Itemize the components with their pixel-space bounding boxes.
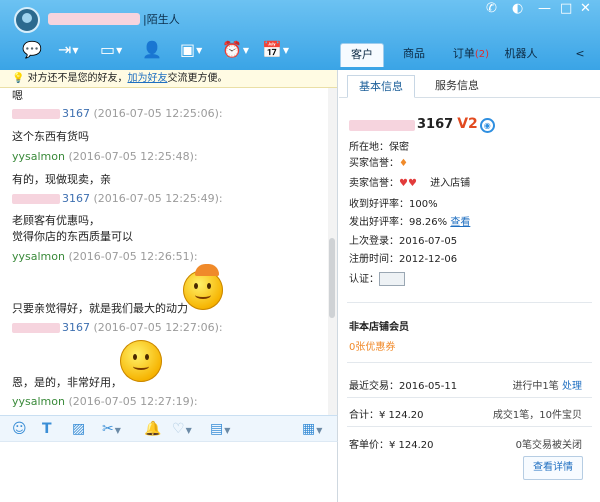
message-text: 老顾客有优惠吗， bbox=[12, 214, 100, 227]
redacted-id bbox=[12, 194, 60, 204]
skin-icon[interactable]: ◐ bbox=[512, 0, 523, 18]
video-icon[interactable]: ▭▼ bbox=[100, 40, 122, 60]
redacted-name bbox=[349, 119, 415, 131]
share-screen-icon[interactable]: ▣▼ bbox=[180, 40, 202, 60]
message-meta: 3167 (2016-07-05 12:25:49): bbox=[12, 192, 223, 205]
eye bbox=[133, 354, 137, 360]
mouth bbox=[132, 362, 150, 370]
total-amount: 合计：¥ 124.20 bbox=[349, 410, 424, 421]
message-meta: 3167 (2016-07-05 12:27:06): bbox=[12, 321, 223, 334]
redacted-id bbox=[12, 109, 60, 119]
calendar-icon[interactable]: 📅▼ bbox=[262, 40, 289, 60]
contact-tag: |陌生人 bbox=[143, 13, 180, 26]
add-contact-icon[interactable]: 👤 bbox=[142, 40, 162, 60]
tab-customer[interactable]: 客户 bbox=[340, 43, 384, 67]
heart-icon[interactable]: ♡▼ bbox=[172, 420, 192, 440]
wangwang-icon[interactable]: ◉ bbox=[479, 117, 495, 133]
tab-product[interactable]: 商品 bbox=[394, 43, 434, 67]
party-hat bbox=[195, 264, 219, 276]
format-toolbar: ☺ T ▨ ✂▼ 🔔 ♡▼ ▤▼ ▦▼ bbox=[0, 415, 338, 442]
minimize-icon[interactable]: — bbox=[538, 0, 551, 18]
handle-link[interactable]: 处理 bbox=[562, 381, 582, 392]
message-meta: yysalmon (2016-07-05 12:26:51): bbox=[12, 250, 198, 263]
alarm-icon[interactable]: ⏰▼ bbox=[222, 40, 249, 60]
eye bbox=[207, 283, 211, 289]
title-bar: |陌生人 ✆ ◐ — □ ✕ 💬 ⇥▼ ▭▼ 👤 ▣▼ ⏰▼ 📅▼ 客户 商品 … bbox=[0, 0, 600, 70]
header-tabs: 客户 商品 订单(2) 机器人 < bbox=[338, 43, 600, 67]
positive-received: 收到好评率：100% bbox=[349, 199, 438, 210]
divider bbox=[347, 302, 592, 303]
avatar[interactable] bbox=[14, 7, 40, 33]
image-icon[interactable]: ▨ bbox=[72, 420, 85, 438]
eye bbox=[194, 283, 198, 289]
heart-icon: ♥♥ bbox=[399, 178, 417, 189]
bell-icon[interactable]: 🔔 bbox=[144, 420, 161, 438]
register-time: 注册时间：2012-12-06 bbox=[349, 254, 458, 265]
message-text: 恩，是的，非常好用， bbox=[12, 376, 122, 389]
message-text: 有的，现做现卖，亲 bbox=[12, 173, 111, 186]
certification-icon bbox=[379, 272, 405, 286]
message-meta: 3167 (2016-07-05 12:25:06): bbox=[12, 107, 223, 120]
smiley-sticker bbox=[120, 340, 162, 382]
customer-name: 3167 V2 ◉ bbox=[349, 116, 495, 133]
chat-history[interactable]: 💡 对方还不是您的好友，加为好友交流更方便。 嗯 3167 (2016-07-05… bbox=[0, 70, 338, 415]
customer-info-panel: 基本信息 服务信息 3167 V2 ◉ 所在地：保密 买家信誉：♦ 卖家信誉：♥♥ … bbox=[339, 70, 600, 502]
coupon-icon[interactable]: ▤▼ bbox=[210, 420, 230, 440]
message-text: 嗯 bbox=[12, 89, 23, 102]
maximize-icon[interactable]: □ bbox=[560, 0, 572, 18]
divider bbox=[347, 362, 592, 363]
view-details-button[interactable]: 查看详情 bbox=[523, 456, 583, 480]
unit-price: 客单价：¥ 124.20 bbox=[349, 440, 434, 451]
divider bbox=[347, 397, 592, 398]
view-link[interactable]: 查看 bbox=[450, 217, 470, 228]
message-text: 这个东西有货吗 bbox=[12, 130, 89, 143]
friend-notice: 💡 对方还不是您的好友，加为好友交流更方便。 bbox=[0, 70, 337, 88]
bulb-icon: 💡 bbox=[12, 73, 25, 84]
seller-credit: 卖家信誉：♥♥ 进入店铺 bbox=[349, 178, 471, 189]
tab-orders[interactable]: 订单(2) bbox=[444, 43, 498, 67]
message-text: 觉得你店的东西质量可以 bbox=[12, 230, 133, 243]
last-login: 上次登录：2016-07-05 bbox=[349, 236, 458, 247]
phone-icon[interactable]: ✆ bbox=[486, 0, 497, 18]
chat-icon[interactable]: 💬 bbox=[22, 40, 42, 60]
buyer-credit: 买家信誉：♦ bbox=[349, 158, 408, 169]
orders-badge: (2) bbox=[474, 49, 490, 60]
scroll-thumb[interactable] bbox=[329, 238, 335, 318]
scissors-icon[interactable]: ✂▼ bbox=[102, 420, 121, 440]
transfer-icon[interactable]: ⇥▼ bbox=[58, 40, 79, 60]
recent-trade: 最近交易：2016-05-11 bbox=[349, 381, 458, 392]
chat-scrollbar[interactable] bbox=[328, 88, 337, 415]
enter-shop-link[interactable]: 进入店铺 bbox=[430, 178, 470, 189]
tab-basic-info[interactable]: 基本信息 bbox=[347, 75, 415, 98]
mouth bbox=[195, 291, 211, 299]
font-icon[interactable]: T bbox=[42, 420, 52, 438]
closed-trades: 0笔交易被关闭 bbox=[515, 440, 582, 451]
tab-service-info[interactable]: 服务信息 bbox=[421, 75, 493, 98]
add-friend-link[interactable]: 加为好友 bbox=[127, 73, 167, 84]
diamond-icon: ♦ bbox=[399, 158, 408, 169]
contact-name-redacted bbox=[48, 13, 140, 25]
vip-level: V2 bbox=[457, 116, 478, 132]
location: 所在地：保密 bbox=[349, 142, 409, 153]
positive-given: 发出好评率：98.26% 查看 bbox=[349, 217, 471, 228]
message-meta: yysalmon (2016-07-05 12:25:48): bbox=[12, 150, 198, 163]
redacted-id bbox=[12, 323, 60, 333]
divider bbox=[347, 426, 592, 427]
emoji-sticker bbox=[183, 264, 223, 310]
message-input[interactable] bbox=[0, 442, 338, 502]
certification: 认证： bbox=[349, 270, 405, 286]
side-tabs: 基本信息 服务信息 bbox=[339, 70, 600, 98]
close-icon[interactable]: ✕ bbox=[580, 0, 591, 18]
deal-count: 成交1笔，10件宝贝 bbox=[492, 410, 582, 421]
message-meta: yysalmon (2016-07-05 12:27:19): bbox=[12, 395, 198, 408]
tab-robot[interactable]: 机器人 bbox=[498, 43, 544, 67]
coupon-count[interactable]: 0张优惠券 bbox=[349, 338, 395, 353]
in-progress: 进行中1笔 处理 bbox=[512, 381, 582, 392]
message-text: 只要亲觉得好，就是我们最大的动力 bbox=[12, 302, 188, 315]
smiley-icon[interactable]: ☺ bbox=[12, 420, 27, 438]
eye bbox=[145, 354, 149, 360]
collapse-arrow[interactable]: < bbox=[570, 43, 590, 67]
more-icon[interactable]: ▦▼ bbox=[302, 420, 322, 440]
member-status: 非本店铺会员 bbox=[349, 322, 409, 333]
